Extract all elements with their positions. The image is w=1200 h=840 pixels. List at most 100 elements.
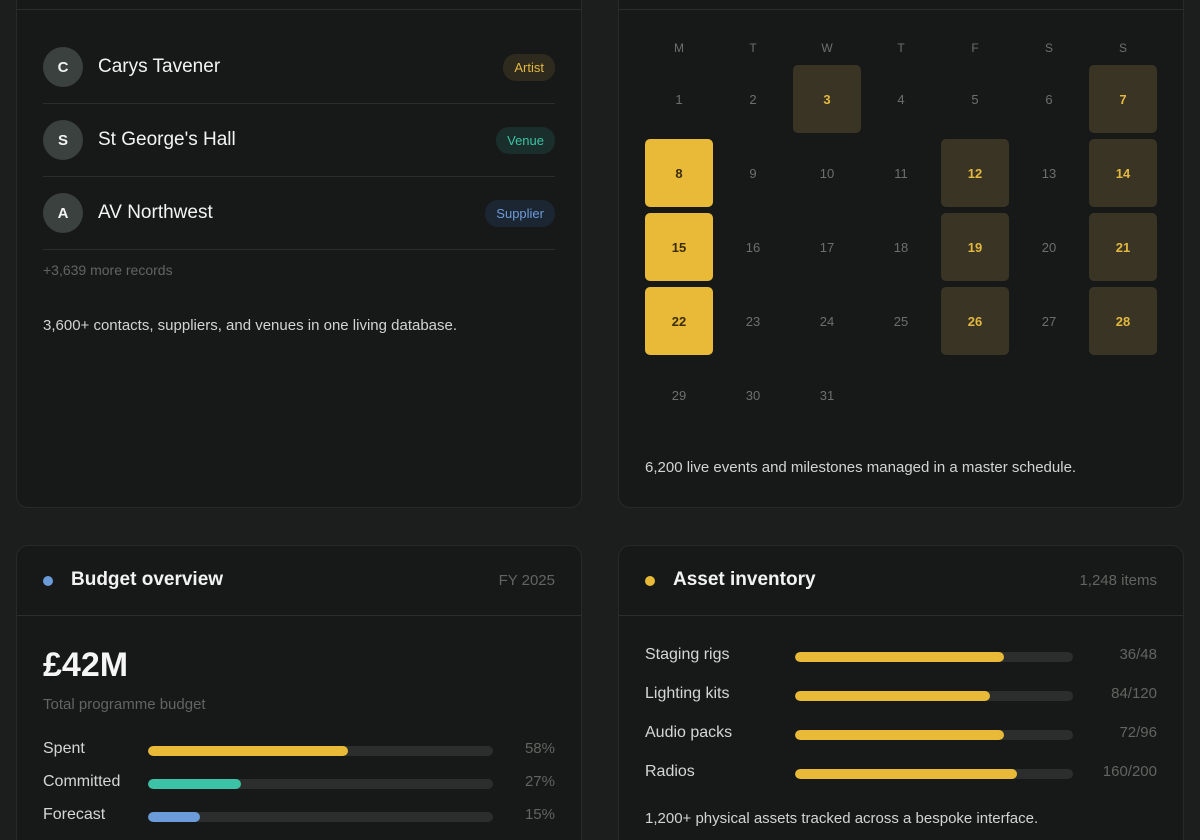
progress-fill <box>148 812 200 822</box>
card-header: Asset inventory 1,248 items <box>619 546 1183 616</box>
status-dot-icon <box>645 576 655 586</box>
assets-description: 1,200+ physical assets tracked across a … <box>645 810 1039 827</box>
calendar-day[interactable]: 29 <box>645 361 713 429</box>
calendar-day[interactable]: 8 <box>645 139 713 207</box>
progress-fill <box>795 769 1018 779</box>
weekday-label: W <box>821 41 833 55</box>
weekday-label: S <box>1118 41 1127 55</box>
calendar-card: M T W T F S S 1 2 3 4 5 6 7 8 9 10 11 12 13 14 15 16 17 18 19 20 21… <box>618 0 1184 508</box>
calendar-day[interactable]: 9 <box>719 139 787 207</box>
contacts-card: C Carys Tavener Artist S St George's Hal… <box>16 0 582 508</box>
progress-track <box>795 652 1073 662</box>
card-divider <box>619 9 1183 10</box>
bar-value: 15% <box>524 806 555 823</box>
progress-fill <box>795 691 990 701</box>
bar-label: Committed <box>43 773 121 790</box>
asset-bar-row: Staging rigs 36/48 <box>645 646 1157 668</box>
calendar-day[interactable]: 31 <box>793 361 861 429</box>
card-meta: 1,248 items <box>1079 572 1157 589</box>
calendar-day[interactable]: 28 <box>1089 287 1157 355</box>
calendar-day[interactable]: 10 <box>793 139 861 207</box>
calendar-day[interactable]: 1 <box>645 65 713 133</box>
asset-bar-row: Lighting kits 84/120 <box>645 685 1157 707</box>
calendar-day[interactable]: 24 <box>793 287 861 355</box>
calendar-day[interactable]: 2 <box>719 65 787 133</box>
calendar-day[interactable]: 3 <box>793 65 861 133</box>
calendar-day[interactable]: 16 <box>719 213 787 281</box>
contacts-description: 3,600+ contacts, suppliers, and venues i… <box>43 317 458 334</box>
weekday-label: S <box>1044 41 1053 55</box>
contact-tag: Venue <box>496 126 555 154</box>
calendar-day[interactable]: 13 <box>1015 139 1083 207</box>
bar-value: 27% <box>524 773 555 790</box>
progress-track <box>795 691 1073 701</box>
progress-fill <box>148 779 242 789</box>
contact-row[interactable]: A AV Northwest Supplier <box>43 177 555 250</box>
progress-fill <box>795 652 1004 662</box>
card-header: Budget overview FY 2025 <box>17 546 581 616</box>
bar-label: Radios <box>645 763 695 780</box>
bar-label: Spent <box>43 740 85 757</box>
bar-value: 72/96 <box>1119 724 1157 741</box>
avatar: A <box>43 193 83 233</box>
calendar-day[interactable]: 15 <box>645 213 713 281</box>
calendar-day[interactable]: 30 <box>719 361 787 429</box>
calendar-day[interactable]: 17 <box>793 213 861 281</box>
weekday-label: F <box>971 41 979 55</box>
contact-list: C Carys Tavener Artist S St George's Hal… <box>43 31 555 250</box>
calendar-day[interactable]: 27 <box>1015 287 1083 355</box>
bar-label: Forecast <box>43 806 106 823</box>
budget-total-label: Total programme budget <box>43 696 206 713</box>
calendar-day[interactable]: 18 <box>867 213 935 281</box>
status-dot-icon <box>43 576 53 586</box>
calendar-day[interactable]: 4 <box>867 65 935 133</box>
calendar-day[interactable]: 7 <box>1089 65 1157 133</box>
calendar-day[interactable]: 26 <box>941 287 1009 355</box>
bar-label: Audio packs <box>645 724 733 741</box>
contact-name: Carys Tavener <box>98 56 221 77</box>
asset-bar-row: Radios 160/200 <box>645 763 1157 785</box>
progress-fill <box>148 746 349 756</box>
calendar-day[interactable]: 21 <box>1089 213 1157 281</box>
card-divider <box>17 9 581 10</box>
bar-value: 58% <box>524 740 555 757</box>
progress-track <box>795 730 1073 740</box>
progress-track <box>795 769 1073 779</box>
progress-track <box>148 746 493 756</box>
assets-card: Asset inventory 1,248 items Staging rigs… <box>618 545 1184 840</box>
bar-label: Lighting kits <box>645 685 730 702</box>
calendar-day[interactable]: 25 <box>867 287 935 355</box>
calendar-day[interactable]: 20 <box>1015 213 1083 281</box>
bar-value: 160/200 <box>1102 763 1157 780</box>
weekday-label: T <box>749 41 757 55</box>
calendar-day[interactable]: 5 <box>941 65 1009 133</box>
weekday-label: T <box>897 41 905 55</box>
avatar: S <box>43 120 83 160</box>
calendar-day[interactable]: 22 <box>645 287 713 355</box>
calendar-day[interactable]: 11 <box>867 139 935 207</box>
contact-tag: Supplier <box>485 199 555 227</box>
progress-track <box>148 812 493 822</box>
more-records-link[interactable]: +3,639 more records <box>43 262 173 278</box>
calendar-day[interactable]: 12 <box>941 139 1009 207</box>
budget-bar-row: Forecast 15% <box>43 806 555 828</box>
calendar-day[interactable]: 6 <box>1015 65 1083 133</box>
contact-row[interactable]: C Carys Tavener Artist <box>43 31 555 104</box>
calendar-description: 6,200 live events and milestones managed… <box>645 459 1077 476</box>
card-meta: FY 2025 <box>498 572 555 589</box>
calendar-day[interactable]: 14 <box>1089 139 1157 207</box>
calendar-day[interactable]: 19 <box>941 213 1009 281</box>
progress-track <box>148 779 493 789</box>
budget-card: Budget overview FY 2025 £42M Total progr… <box>16 545 582 840</box>
weekday-label: M <box>674 41 684 55</box>
bar-label: Staging rigs <box>645 646 730 663</box>
contact-name: AV Northwest <box>98 202 213 223</box>
calendar-day[interactable]: 23 <box>719 287 787 355</box>
card-title: Asset inventory <box>673 569 816 590</box>
card-title: Budget overview <box>71 569 224 590</box>
avatar: C <box>43 47 83 87</box>
contact-row[interactable]: S St George's Hall Venue <box>43 104 555 177</box>
bar-value: 36/48 <box>1119 646 1157 663</box>
budget-total: £42M <box>43 646 129 684</box>
progress-fill <box>795 730 1004 740</box>
